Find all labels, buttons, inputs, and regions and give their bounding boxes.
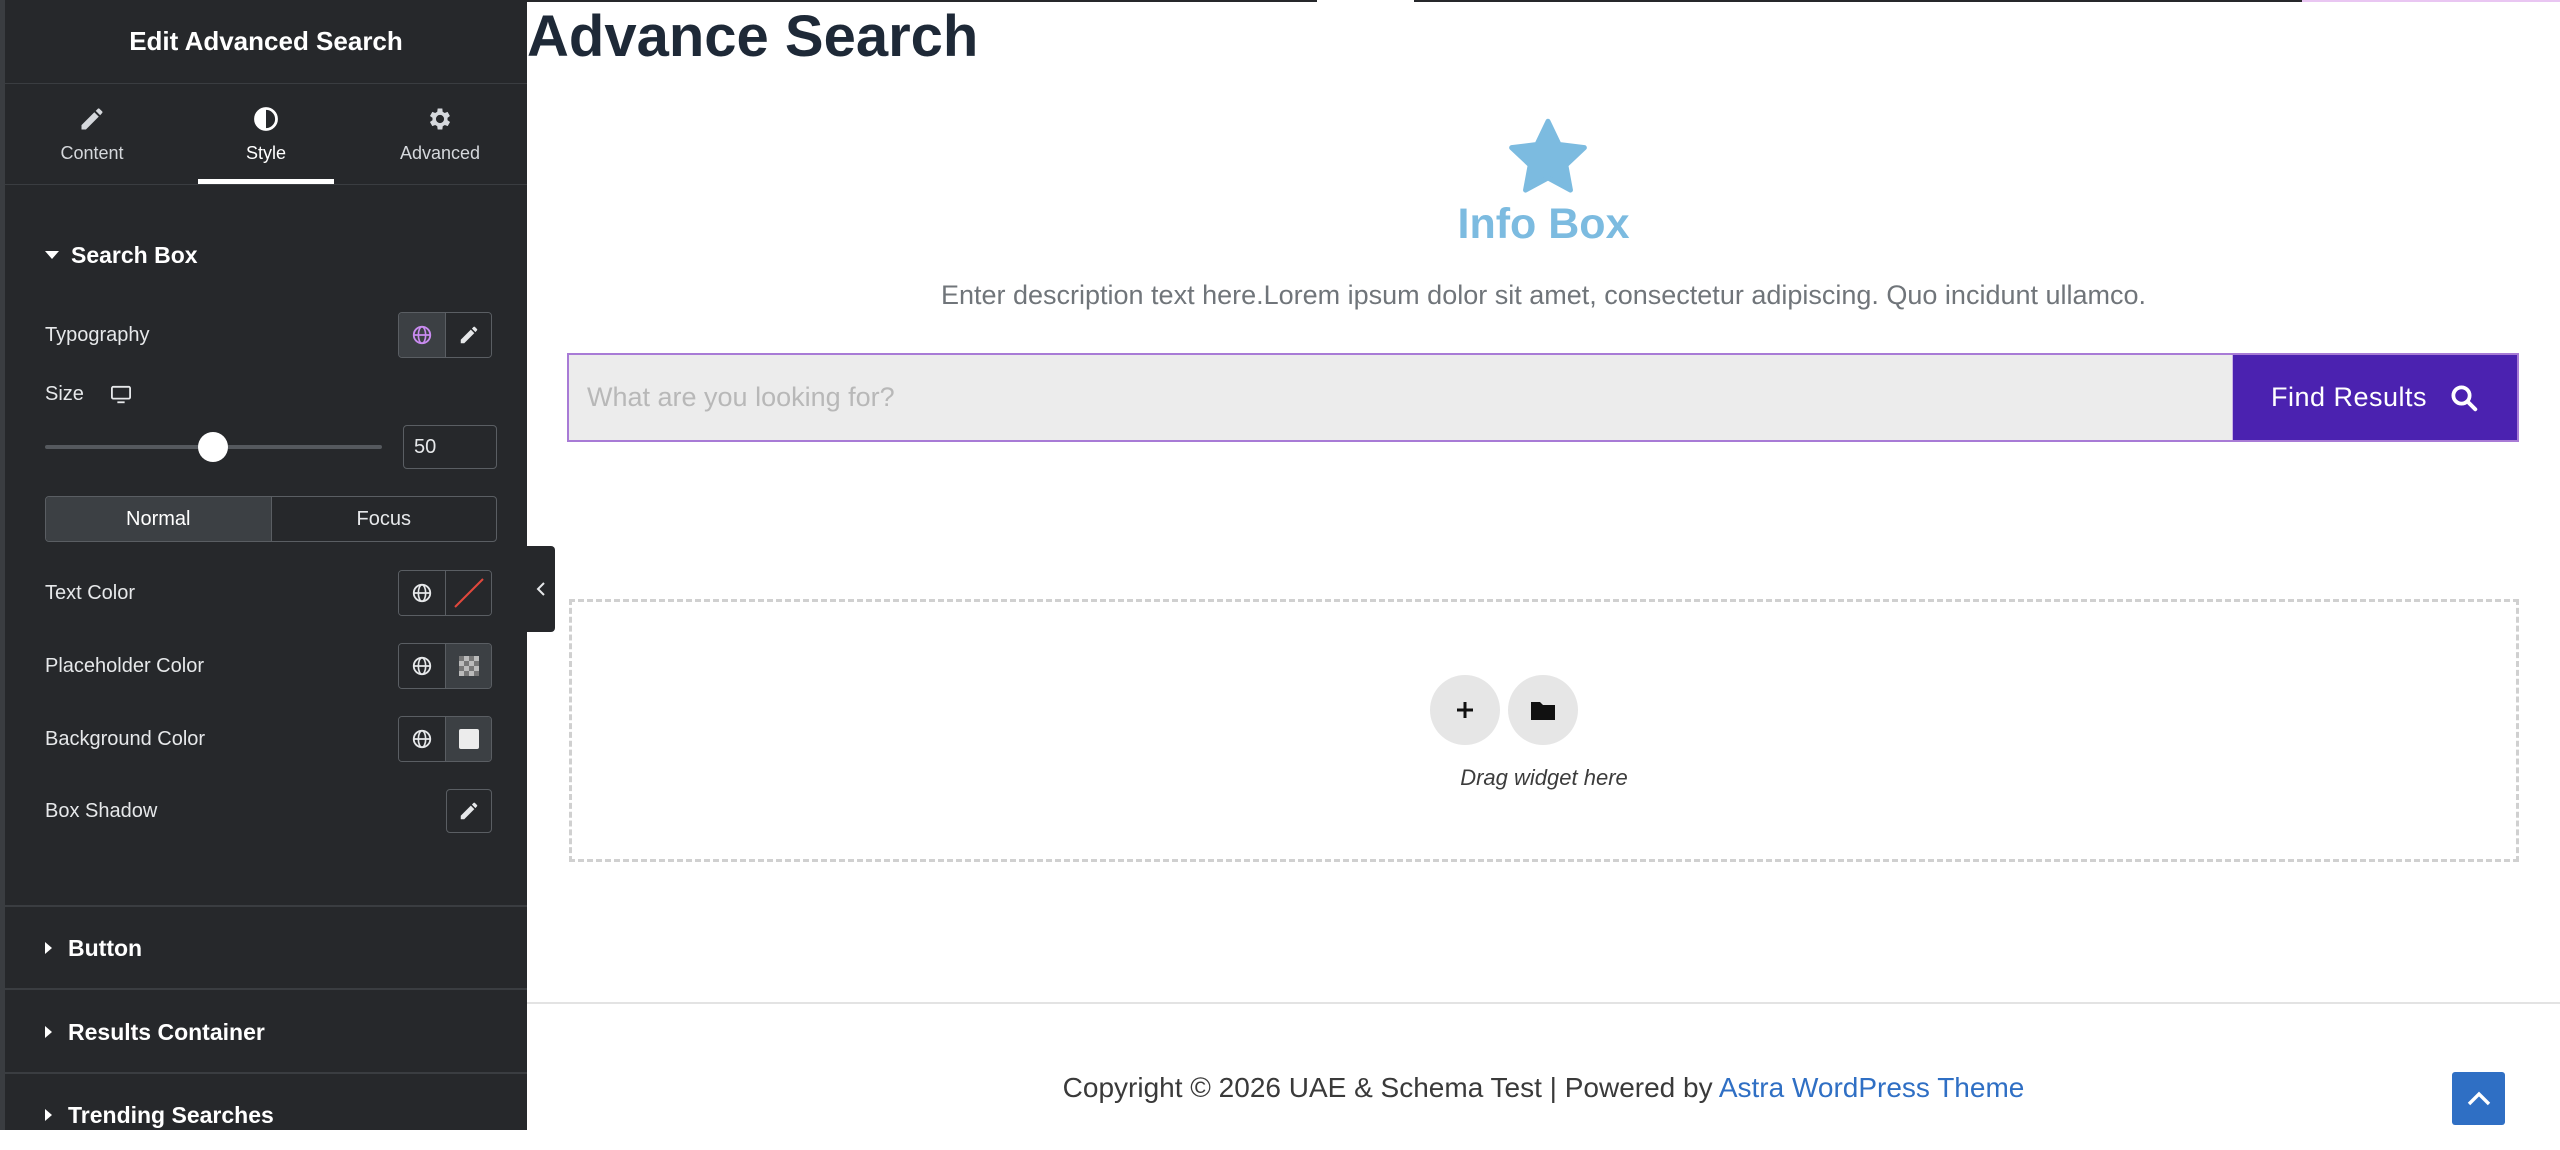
- chevron-up-icon: [2467, 1091, 2490, 1105]
- page-title: Advance Search: [527, 4, 979, 69]
- no-color-icon: [453, 578, 484, 608]
- search-input[interactable]: [569, 355, 2233, 440]
- typography-control: Typography: [45, 312, 492, 358]
- size-label: Size: [45, 383, 84, 405]
- placeholder-color-control: Placeholder Color: [45, 643, 492, 689]
- caret-right-icon: [45, 1026, 52, 1038]
- drag-widget-hint: Drag widget here: [1460, 765, 1628, 790]
- size-slider-handle[interactable]: [198, 432, 228, 462]
- find-results-label: Find Results: [2270, 382, 2428, 412]
- global-color-button[interactable]: [399, 571, 445, 615]
- caret-right-icon: [45, 1109, 52, 1121]
- pencil-icon: [460, 802, 478, 820]
- tab-style[interactable]: Style: [179, 84, 353, 184]
- caret-right-icon: [45, 942, 52, 954]
- section-trending-searches-label: Trending Searches: [68, 1101, 274, 1128]
- footer-divider: [527, 1002, 2560, 1004]
- advanced-search-form: Find Results: [567, 353, 2519, 442]
- background-color-swatch[interactable]: [445, 717, 491, 761]
- site-footer: Copyright © 2026 UAE & Schema Test | Pow…: [527, 1072, 2560, 1104]
- section-button-label: Button: [68, 934, 143, 961]
- pencil-icon: [460, 326, 477, 344]
- box-shadow-label: Box Shadow: [45, 799, 158, 822]
- section-trending-searches[interactable]: Trending Searches: [5, 1080, 527, 1150]
- pencil-icon: [81, 107, 103, 129]
- background-color-label: Background Color: [45, 727, 206, 750]
- tab-advanced[interactable]: Advanced: [353, 84, 527, 184]
- placeholder-color-label: Placeholder Color: [45, 654, 204, 677]
- text-color-control: Text Color: [45, 570, 492, 616]
- editor-panel: Edit Advanced Search Content Style Advan…: [0, 0, 527, 1130]
- scroll-to-top-button[interactable]: [2452, 1072, 2505, 1125]
- gear-icon: [429, 108, 451, 129]
- globe-icon: [412, 325, 432, 345]
- text-color-buttons: [398, 570, 492, 616]
- add-section-button[interactable]: [1430, 675, 1500, 745]
- section-button[interactable]: Button: [5, 913, 527, 983]
- page-canvas: Advance Search Info Box Enter descriptio…: [527, 0, 2560, 1130]
- global-color-button[interactable]: [399, 644, 445, 688]
- search-icon: [2451, 385, 2478, 411]
- background-color-control: Background Color: [45, 716, 492, 762]
- background-color-buttons: [398, 716, 492, 762]
- tab-advanced-label: Advanced: [399, 142, 481, 163]
- half-circle-icon: [254, 106, 278, 131]
- panel-tabs: Content Style Advanced: [5, 84, 527, 185]
- text-color-swatch[interactable]: [445, 571, 491, 615]
- global-typography-button[interactable]: [399, 313, 445, 357]
- caret-down-icon: [45, 251, 59, 259]
- box-shadow-control: Box Shadow: [45, 789, 492, 833]
- edit-typography-button[interactable]: [445, 313, 491, 357]
- footer-copyright: Copyright © 2026 UAE & Schema Test | Pow…: [1062, 1072, 1719, 1103]
- text-color-label: Text Color: [45, 581, 136, 604]
- tab-content[interactable]: Content: [5, 84, 179, 184]
- template-library-button[interactable]: [1508, 675, 1578, 745]
- section-results-container[interactable]: Results Container: [5, 997, 527, 1067]
- placeholder-color-swatch[interactable]: [445, 644, 491, 688]
- typography-label: Typography: [45, 323, 150, 346]
- info-box-description: Enter description text here.Lorem ipsum …: [940, 280, 2147, 310]
- divider: [5, 1072, 527, 1074]
- state-normal-tab[interactable]: Normal: [46, 497, 271, 541]
- info-box-title: Info Box: [1457, 200, 1630, 248]
- section-search-box[interactable]: Search Box: [5, 220, 527, 290]
- empty-section-dropzone[interactable]: Drag widget here: [569, 599, 2519, 862]
- section-results-container-label: Results Container: [68, 1018, 265, 1045]
- edit-box-shadow-button[interactable]: [446, 789, 492, 833]
- state-focus-tab[interactable]: Focus: [270, 497, 497, 541]
- divider: [5, 988, 527, 990]
- swatch-fill: [458, 729, 479, 749]
- panel-title: Edit Advanced Search: [5, 0, 527, 84]
- typography-buttons: [398, 312, 492, 358]
- footer-theme-link[interactable]: Astra WordPress Theme: [1719, 1072, 2025, 1103]
- divider: [5, 905, 527, 907]
- star-icon: [1509, 118, 1587, 193]
- globe-icon: [412, 656, 432, 676]
- tab-style-label: Style: [245, 142, 287, 163]
- globe-icon: [412, 729, 432, 749]
- top-border: [2302, 0, 2560, 2]
- placeholder-color-buttons: [398, 643, 492, 689]
- globe-icon: [412, 583, 432, 603]
- size-number-input[interactable]: 50: [403, 425, 497, 469]
- size-control: Size: [45, 383, 492, 406]
- state-switcher: Normal Focus: [45, 496, 497, 542]
- global-color-button[interactable]: [399, 717, 445, 761]
- plus-icon: [1457, 702, 1473, 718]
- tab-content-label: Content: [60, 142, 124, 163]
- folder-icon: [1531, 702, 1555, 720]
- desktop-icon[interactable]: [110, 385, 132, 405]
- checker-swatch-icon: [458, 656, 479, 676]
- section-search-box-label: Search Box: [71, 241, 198, 268]
- find-results-button[interactable]: Find Results: [2233, 355, 2517, 440]
